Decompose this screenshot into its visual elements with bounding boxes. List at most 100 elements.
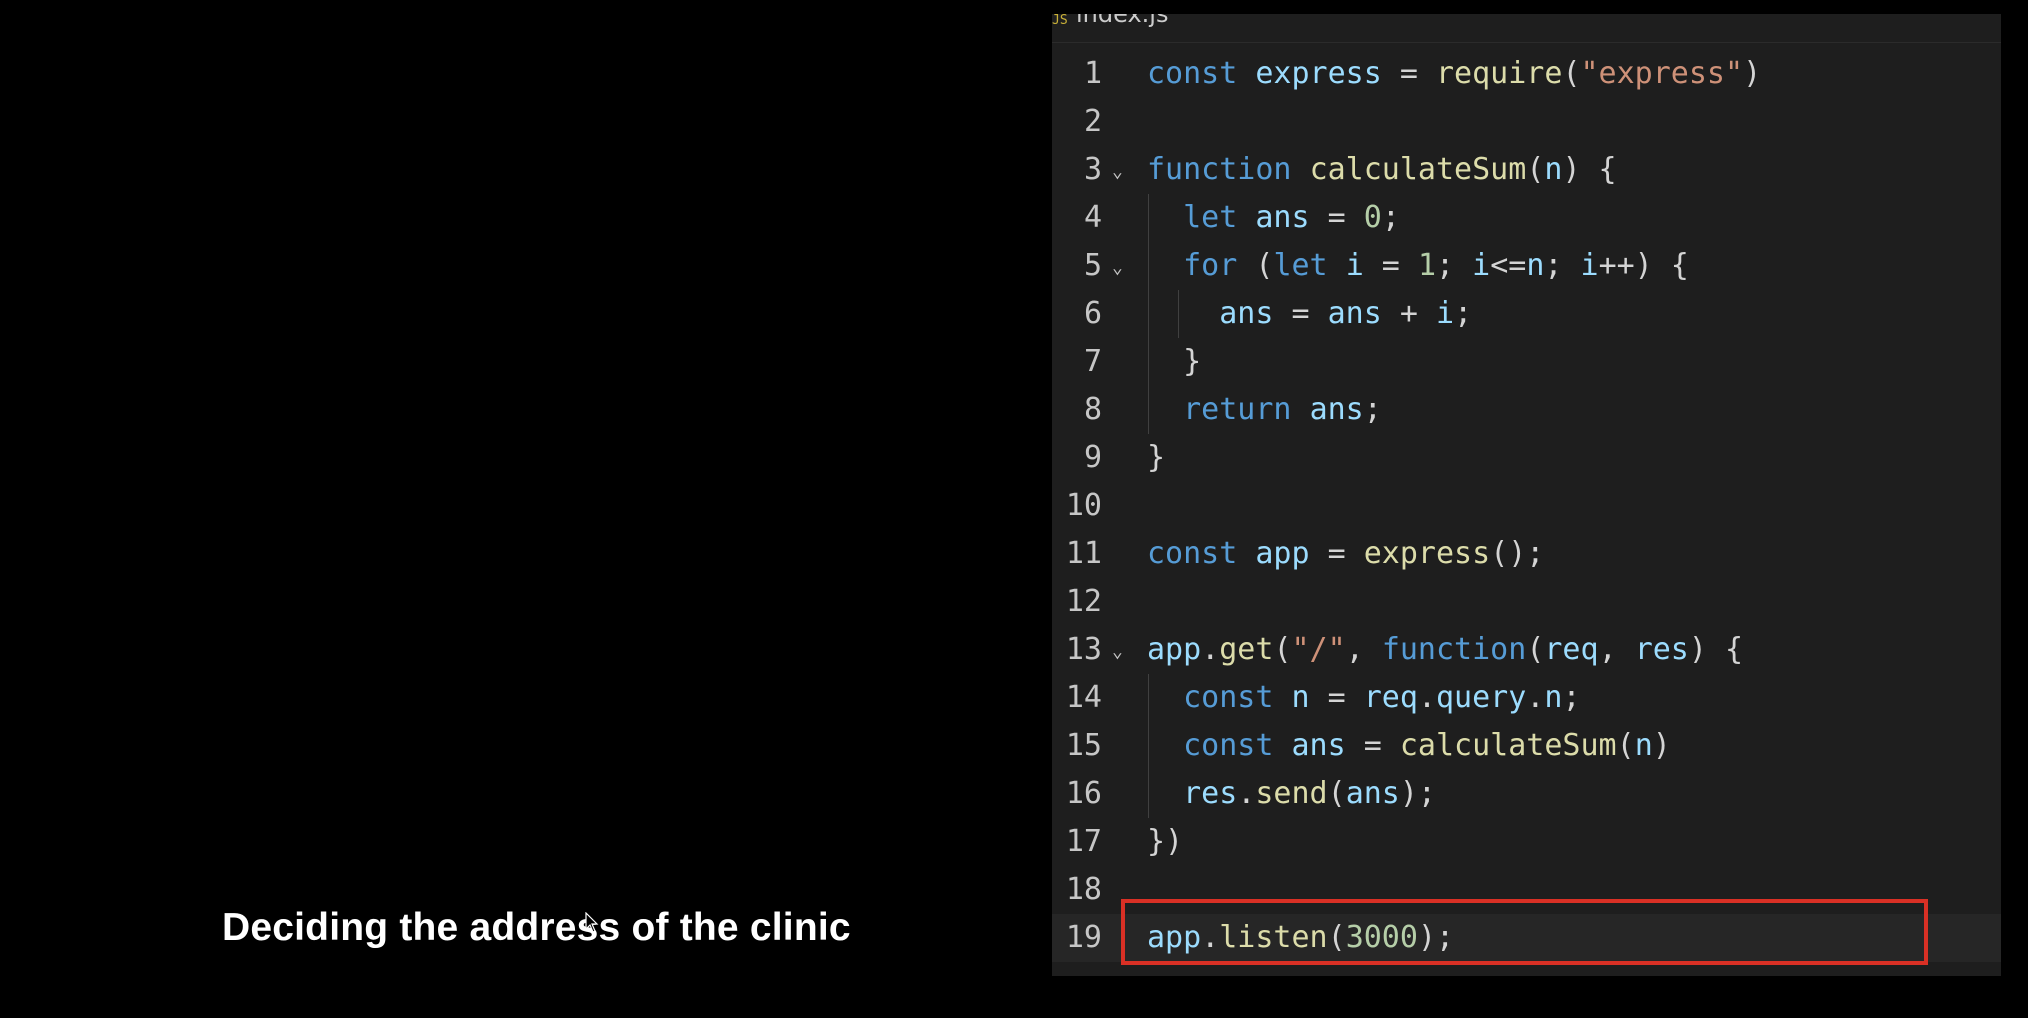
line-number: 6 xyxy=(1083,296,1102,331)
code-line-1[interactable]: 1 const express = require("express") xyxy=(1052,50,2001,98)
code-line-10[interactable]: 10 xyxy=(1052,482,2001,530)
code-token: app xyxy=(1255,536,1310,571)
code-token: n xyxy=(1634,728,1653,763)
code-line-2[interactable]: 2 xyxy=(1052,98,2001,146)
code-token: = xyxy=(1345,728,1400,763)
line-number: 3 xyxy=(1083,152,1102,187)
code-token: ans xyxy=(1345,776,1400,811)
code-line-17[interactable]: 17}) xyxy=(1052,818,2001,866)
code-token: = xyxy=(1381,56,1436,91)
code-token: const xyxy=(1183,680,1274,715)
code-token: n xyxy=(1544,152,1563,187)
code-line-8[interactable]: 8 return ans; xyxy=(1052,386,2001,434)
code-token: ans xyxy=(1327,296,1382,331)
tab-index-js[interactable]: index.js xyxy=(1076,14,1168,26)
line-number: 1 xyxy=(1083,56,1102,91)
code-line-7[interactable]: 7 } xyxy=(1052,338,2001,386)
line-number: 7 xyxy=(1083,344,1102,379)
code-text: const app = express(); xyxy=(1147,530,1544,578)
code-line-12[interactable]: 12 xyxy=(1052,578,2001,626)
code-token: req xyxy=(1544,632,1599,667)
code-token: , xyxy=(1598,632,1635,667)
code-line-9[interactable]: 9} xyxy=(1052,434,2001,482)
video-caption: Deciding the address of the clinic xyxy=(222,906,851,949)
fold-chevron-icon[interactable]: ⌄ xyxy=(1112,628,1123,676)
code-token: , xyxy=(1345,632,1382,667)
code-area[interactable]: 1 const express = require("express") 2 3 ⌄ fu… xyxy=(1052,50,2001,962)
editor-tab-bar: JS index.js xyxy=(1052,14,2001,43)
code-token: const xyxy=(1147,56,1238,91)
code-token: ans xyxy=(1291,728,1346,763)
code-line-15[interactable]: 15 const ans = calculateSum(n) xyxy=(1052,722,2001,770)
code-token: i xyxy=(1472,248,1491,283)
code-token: function xyxy=(1381,632,1527,667)
line-number: 16 xyxy=(1065,776,1102,811)
code-token: n xyxy=(1544,680,1563,715)
code-token: . xyxy=(1417,680,1436,715)
code-token: . xyxy=(1201,632,1220,667)
code-token: let xyxy=(1183,200,1238,235)
code-token: ans xyxy=(1219,296,1274,331)
code-line-4[interactable]: 4 let ans = 0; xyxy=(1052,194,2001,242)
code-token: for xyxy=(1183,248,1238,283)
code-token: ) { xyxy=(1688,632,1744,667)
code-token: send xyxy=(1255,776,1328,811)
code-token: ; xyxy=(1436,248,1473,283)
code-token: let xyxy=(1273,248,1328,283)
line-number: 10 xyxy=(1065,488,1102,523)
code-line-11[interactable]: 11 const app = express(); xyxy=(1052,530,2001,578)
fold-chevron-icon[interactable]: ⌄ xyxy=(1112,244,1123,292)
line-number: 14 xyxy=(1065,680,1102,715)
code-token: get xyxy=(1219,632,1274,667)
line-number: 2 xyxy=(1083,104,1102,139)
code-token: = xyxy=(1309,680,1364,715)
code-line-5[interactable]: 5 ⌄ for (let i = 1; i<=n; i++) { xyxy=(1052,242,2001,290)
code-line-16[interactable]: 16 res.send(ans); xyxy=(1052,770,2001,818)
code-token: require xyxy=(1436,56,1563,91)
code-text: }) xyxy=(1147,818,1183,866)
code-token: ans xyxy=(1255,200,1310,235)
code-line-13[interactable]: 13 ⌄ app.get("/", function(req, res) { xyxy=(1052,626,2001,674)
code-token: ( xyxy=(1526,152,1545,187)
fold-chevron-icon[interactable]: ⌄ xyxy=(1112,148,1123,196)
code-token: ) xyxy=(1743,56,1762,91)
indent-guide xyxy=(1148,194,1149,434)
code-token: ; xyxy=(1381,200,1400,235)
code-token: = xyxy=(1309,536,1364,571)
code-editor[interactable]: JS index.js 1 const express = require("ex… xyxy=(1052,14,2001,976)
code-token: const xyxy=(1147,536,1238,571)
code-token: } xyxy=(1147,440,1166,475)
mouse-cursor-icon xyxy=(585,912,599,933)
code-token: (); xyxy=(1490,536,1545,571)
line-number: 5 xyxy=(1083,248,1102,283)
indent-guide xyxy=(1148,674,1149,818)
code-token: ) xyxy=(1652,728,1671,763)
code-token: + xyxy=(1381,296,1436,331)
code-line-3[interactable]: 3 ⌄ function calculateSum(n) { xyxy=(1052,146,2001,194)
code-token: ; xyxy=(1363,392,1382,427)
code-token: 1 xyxy=(1417,248,1436,283)
code-token: n xyxy=(1291,680,1310,715)
line-number: 11 xyxy=(1065,536,1102,571)
code-line-6[interactable]: 6 ans = ans + i; xyxy=(1052,290,2001,338)
code-text: res.send(ans); xyxy=(1147,770,1436,818)
code-token: express xyxy=(1255,56,1382,91)
code-text: for (let i = 1; i<=n; i++) { xyxy=(1147,242,1689,290)
code-token: return xyxy=(1183,392,1292,427)
line-number: 4 xyxy=(1083,200,1102,235)
code-token: app xyxy=(1147,632,1202,667)
line-number: 15 xyxy=(1065,728,1102,763)
code-token: ( xyxy=(1327,776,1346,811)
code-line-14[interactable]: 14 const n = req.query.n; xyxy=(1052,674,2001,722)
line-number: 13 xyxy=(1065,632,1102,667)
line-number: 8 xyxy=(1083,392,1102,427)
code-token: <= xyxy=(1490,248,1527,283)
code-text: ans = ans + i; xyxy=(1147,290,1472,338)
